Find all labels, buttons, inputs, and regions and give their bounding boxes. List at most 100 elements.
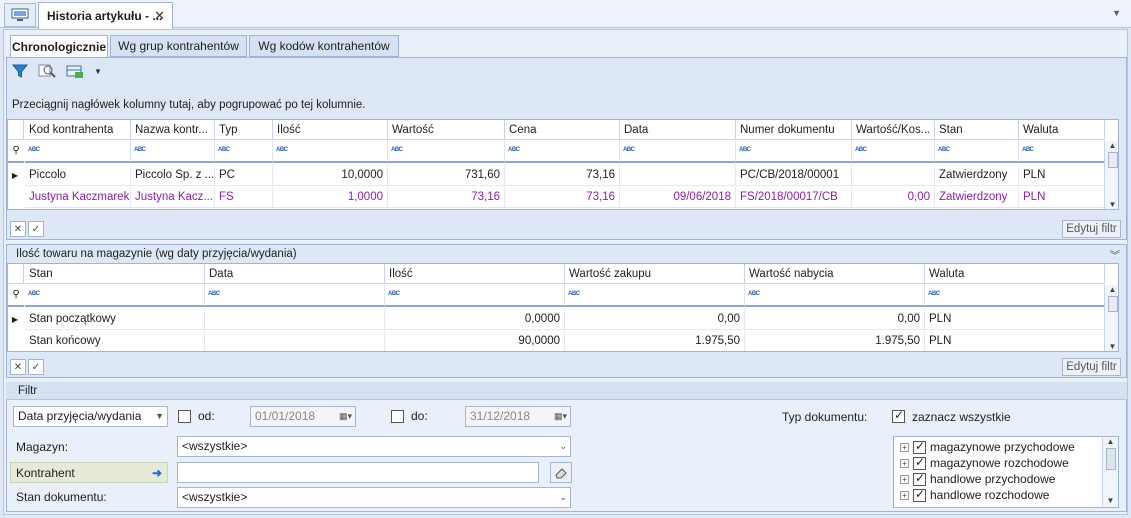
column-filter-cell[interactable]: ABC [273,141,388,163]
home-button[interactable] [4,3,36,27]
grid-cell[interactable]: 90,0000 [385,331,565,351]
doctype-checkbox[interactable] [913,487,926,502]
grid-cell[interactable] [852,165,935,186]
filter-enabled-checkbox[interactable]: ✓ [28,359,44,375]
document-tab[interactable]: Historia artykułu - ... ✕ [38,2,173,29]
select-all-checkbox[interactable] [892,408,905,423]
grid-cell[interactable]: Stan końcowy [25,331,205,351]
calendar-icon[interactable]: ▦▾ [339,407,352,426]
grid-cell[interactable]: 09/06/2018 [620,187,736,208]
from-date-field[interactable]: 01/01/2018 ▦▾ [250,406,356,427]
column-header[interactable]: Wartość zakupu [565,264,745,284]
grid-cell[interactable]: 0,00 [745,309,925,330]
grid-cell[interactable]: 1.975,50 [745,331,925,351]
grid-cell[interactable] [205,309,385,330]
scroll-thumb[interactable] [1107,152,1118,168]
close-tab-icon[interactable]: ✕ [154,8,165,24]
doctype-item[interactable]: + magazynowe rozchodowe [900,455,1069,471]
column-filter-cell[interactable]: ABC [935,141,1019,163]
collapse-icon[interactable]: ︾ [1110,247,1120,262]
column-filter-cell[interactable]: ABC [620,141,736,163]
grid-cell[interactable]: Justyna Kaczmarek [25,187,131,208]
toolbar-dropdown-icon[interactable]: ▼ [94,67,102,76]
tab-menu-icon[interactable]: ▼ [1112,8,1121,18]
doctype-checkbox[interactable] [913,439,926,454]
stock-scrollbar[interactable]: ▲ ▼ [1104,285,1118,351]
grid-cell[interactable] [205,331,385,351]
date-type-select[interactable]: Data przyjęcia/wydania ▼ [13,406,168,427]
grid-cell[interactable]: Zatwierdzony [935,187,1019,208]
filter-icon[interactable] [12,63,28,79]
column-filter-cell[interactable]: ABC [565,285,745,307]
column-header[interactable]: Waluta [1019,120,1105,140]
doctype-checkbox[interactable] [913,471,926,486]
expand-icon[interactable]: + [900,442,909,452]
clear-filter-icon[interactable]: ✕ [10,359,26,375]
grid-cell[interactable]: 10,0000 [273,165,388,186]
grid-cell[interactable]: 0,0000 [385,309,565,330]
filter-enabled-checkbox[interactable]: ✓ [28,221,44,237]
grid-cell[interactable]: PC [215,165,273,186]
doctype-item[interactable]: + handlowe przychodowe [900,471,1055,487]
expand-icon[interactable]: + [900,458,909,468]
grid-cell[interactable]: PLN [1019,187,1105,208]
status-select[interactable]: <wszystkie> ⌄ [177,487,571,508]
column-filter-cell[interactable]: ABC [745,285,925,307]
column-header[interactable]: Data [620,120,736,140]
column-filter-cell[interactable]: ABC [205,285,385,307]
column-filter-cell[interactable]: ABC [388,141,505,163]
edit-filter-button[interactable]: Edytuj filtr [1062,358,1121,376]
column-header[interactable]: Waluta [925,264,1105,284]
scroll-down-icon[interactable]: ▼ [1103,496,1118,505]
scroll-up-icon[interactable]: ▲ [1105,285,1118,294]
grid-cell[interactable]: 73,16 [505,187,620,208]
grid-cell[interactable]: 0,00 [852,187,935,208]
grid-cell[interactable]: PLN [925,331,1105,351]
grid-cell[interactable]: 1.975,50 [565,331,745,351]
column-header[interactable]: Kod kontrahenta [25,120,131,140]
tab-chronologicznie[interactable]: Chronologicznie [10,35,108,58]
column-filter-cell[interactable]: ABC [852,141,935,163]
scroll-down-icon[interactable]: ▼ [1105,200,1118,209]
column-header[interactable]: Wartość nabycia [745,264,925,284]
tab-wg-kodow[interactable]: Wg kodów kontrahentów [249,35,399,57]
history-scrollbar[interactable]: ▲ ▼ [1104,141,1118,209]
from-checkbox[interactable] [178,410,191,423]
grid-cell[interactable]: Piccolo Sp. z ... [131,165,215,186]
grid-cell[interactable]: 731,60 [388,165,505,186]
grid-cell[interactable]: Justyna Kacz... [131,187,215,208]
clear-filter-icon[interactable]: ✕ [10,221,26,237]
grid-cell[interactable]: 73,16 [388,187,505,208]
column-header[interactable]: Cena [505,120,620,140]
column-header[interactable]: Nazwa kontr... [131,120,215,140]
to-date-field[interactable]: 31/12/2018 ▦▾ [465,406,571,427]
columns-icon[interactable] [66,63,84,79]
grid-cell[interactable]: Piccolo [25,165,131,186]
scroll-down-icon[interactable]: ▼ [1105,342,1118,351]
grid-cell[interactable]: 0,00 [565,309,745,330]
doctype-item[interactable]: + magazynowe przychodowe [900,439,1075,455]
warehouse-select[interactable]: <wszystkie> ⌄ [177,436,571,457]
grid-cell[interactable]: FS/2018/00017/CB [736,187,852,208]
column-header[interactable]: Stan [935,120,1019,140]
doctype-scrollbar[interactable]: ▲ ▼ [1102,437,1118,507]
grid-cell[interactable]: PC/CB/2018/00001 [736,165,852,186]
tab-wg-grup[interactable]: Wg grup kontrahentów [110,35,247,57]
eraser-icon[interactable] [550,462,572,483]
column-filter-cell[interactable]: ABC [215,141,273,163]
grid-cell[interactable]: Stan początkowy [25,309,205,330]
doctype-item[interactable]: + handlowe rozchodowe [900,487,1049,503]
scroll-thumb[interactable] [1105,448,1116,470]
contractor-field[interactable] [177,462,539,483]
column-filter-cell[interactable]: ABC [25,285,205,307]
grid-cell[interactable] [620,165,736,186]
column-filter-cell[interactable]: ABC [736,141,852,163]
scroll-up-icon[interactable]: ▲ [1105,141,1118,150]
grid-cell[interactable]: FS [215,187,273,208]
grid-cell[interactable]: 73,16 [505,165,620,186]
grid-cell[interactable]: 1,0000 [273,187,388,208]
column-filter-cell[interactable]: ABC [385,285,565,307]
doctype-checkbox[interactable] [913,455,926,470]
grid-cell[interactable]: PLN [1019,165,1105,186]
scroll-thumb[interactable] [1107,296,1118,312]
